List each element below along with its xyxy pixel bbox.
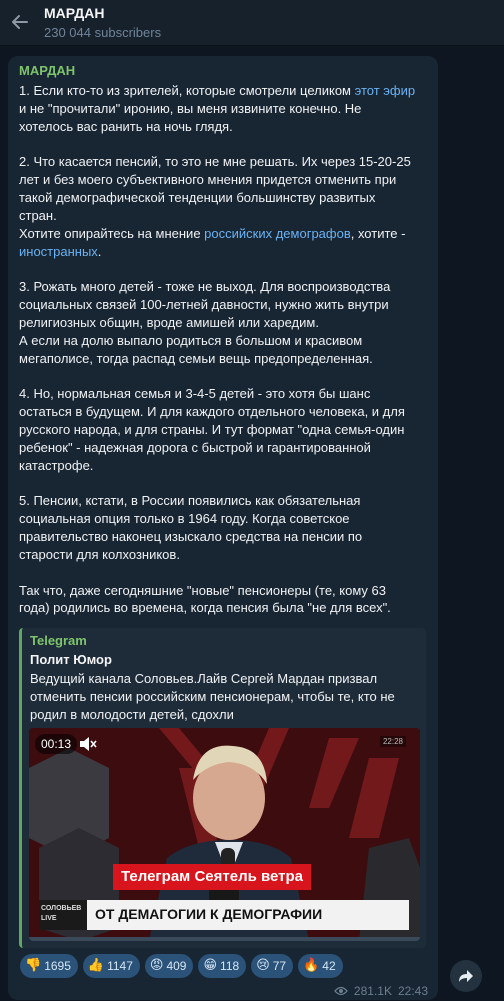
message-bubble: МАРДАН 1. Если кто-то из зрителей, котор… (8, 56, 438, 1000)
video-logo: СОЛОВЬЕВ LIVE (41, 905, 82, 922)
grin-face-icon: 😁 (203, 958, 218, 973)
reaction-grin[interactable]: 😁 118 (198, 954, 247, 978)
subscriber-count: 230 044 subscribers (44, 25, 162, 40)
reaction-count: 1147 (107, 959, 133, 973)
message-time: 22:43 (397, 984, 428, 998)
text-segment: . 3. Рожать много детей - тоже не выход.… (19, 243, 405, 616)
chat-header: МАРДАН 230 044 subscribers (0, 0, 504, 46)
video-corner-label: 22:28 (379, 736, 406, 747)
reaction-count: 118 (220, 959, 240, 973)
back-arrow-icon[interactable] (8, 10, 32, 34)
reaction-count: 77 (272, 959, 287, 973)
video-caption: Телеграм Сеятель ветра (113, 864, 311, 890)
channel-title[interactable]: МАРДАН (44, 5, 104, 21)
text-segment: 1. Если кто-то из зрителей, которые смот… (19, 83, 355, 98)
forward-text: Ведущий канала Соловьев.Лайв Сергей Мард… (30, 671, 395, 722)
share-arrow-icon (459, 970, 473, 982)
reaction-count: 1695 (44, 959, 71, 973)
reactions-bar: 👎 1695 👍 1147 😡 409 😁 118 😢 77 🔥 42 (20, 954, 343, 980)
link-foreign[interactable]: иностранных (19, 244, 98, 259)
thumbs-up-icon: 👍 (87, 958, 105, 973)
link-this-stream[interactable]: этот эфир (355, 83, 416, 98)
reaction-fire[interactable]: 🔥 42 (298, 954, 343, 978)
forward-author: Полит Юмор (30, 652, 112, 667)
eye-icon (334, 986, 348, 996)
crying-face-icon: 😢 (256, 958, 270, 973)
video-progress-bar[interactable] (29, 937, 420, 941)
text-segment: и не "прочитали" иронию, вы меня извинит… (19, 100, 411, 241)
message-text: 1. Если кто-то из зрителей, которые смот… (19, 82, 429, 617)
share-button[interactable] (450, 960, 482, 992)
text-segment: , хотите - (350, 225, 406, 241)
forward-source[interactable]: Telegram (30, 633, 87, 648)
video-player[interactable]: 00:13 22:28 Телеграм Сеятель ветра СОЛОВ… (29, 728, 420, 941)
reaction-thumbs-down[interactable]: 👎 1695 (20, 954, 78, 978)
message-meta: 281.1K 22:43 (334, 984, 428, 998)
link-russian-demographers[interactable]: российских демографов (204, 226, 351, 241)
video-duration: 00:13 (35, 734, 78, 754)
view-count: 281.1K (353, 984, 392, 998)
fire-icon: 🔥 (303, 958, 320, 973)
video-lower-title: ОТ ДЕМАГОГИИ К ДЕМОГРАФИИ (95, 906, 323, 922)
reaction-count: 42 (322, 959, 336, 973)
reaction-crying[interactable]: 😢 77 (251, 954, 294, 978)
message-sender[interactable]: МАРДАН (19, 63, 75, 78)
reaction-angry[interactable]: 😡 409 (144, 954, 194, 978)
forwarded-message[interactable]: Telegram Полит Юмор Ведущий канала Солов… (19, 628, 426, 948)
angry-face-icon: 😡 (149, 958, 164, 973)
reaction-count: 409 (166, 959, 187, 973)
mute-icon[interactable] (79, 736, 97, 752)
thumbs-down-icon: 👎 (25, 958, 42, 973)
reaction-thumbs-up[interactable]: 👍 1147 (82, 954, 140, 978)
